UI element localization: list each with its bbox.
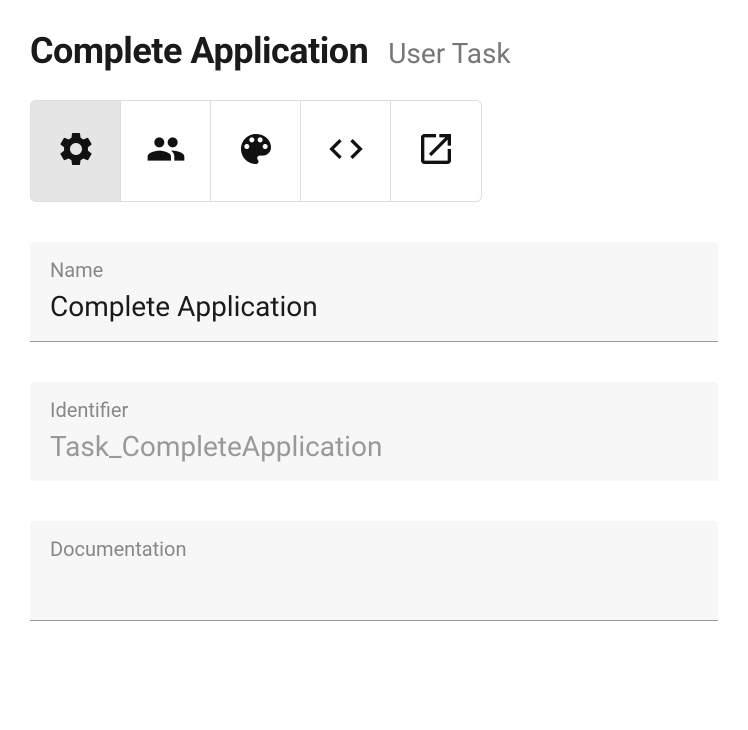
tab-general[interactable] (31, 101, 121, 201)
name-field-group: Name (30, 242, 718, 342)
page-subtitle: User Task (388, 37, 510, 70)
gear-icon (56, 129, 96, 173)
tab-code[interactable] (301, 101, 391, 201)
tab-people[interactable] (121, 101, 211, 201)
name-label: Name (50, 258, 698, 282)
documentation-input[interactable] (50, 569, 698, 602)
code-icon (326, 129, 366, 173)
identifier-input[interactable] (50, 430, 698, 463)
panel-header: Complete Application User Task (30, 30, 718, 72)
tab-bar (30, 100, 482, 202)
open-in-new-icon (416, 129, 456, 173)
page-title: Complete Application (30, 30, 368, 72)
documentation-label: Documentation (50, 537, 698, 561)
palette-icon (236, 129, 276, 173)
tab-open[interactable] (391, 101, 481, 201)
identifier-field-group: Identifier (30, 382, 718, 481)
documentation-field-group: Documentation (30, 521, 718, 621)
identifier-label: Identifier (50, 398, 698, 422)
name-input[interactable] (50, 290, 698, 323)
people-icon (146, 129, 186, 173)
tab-palette[interactable] (211, 101, 301, 201)
